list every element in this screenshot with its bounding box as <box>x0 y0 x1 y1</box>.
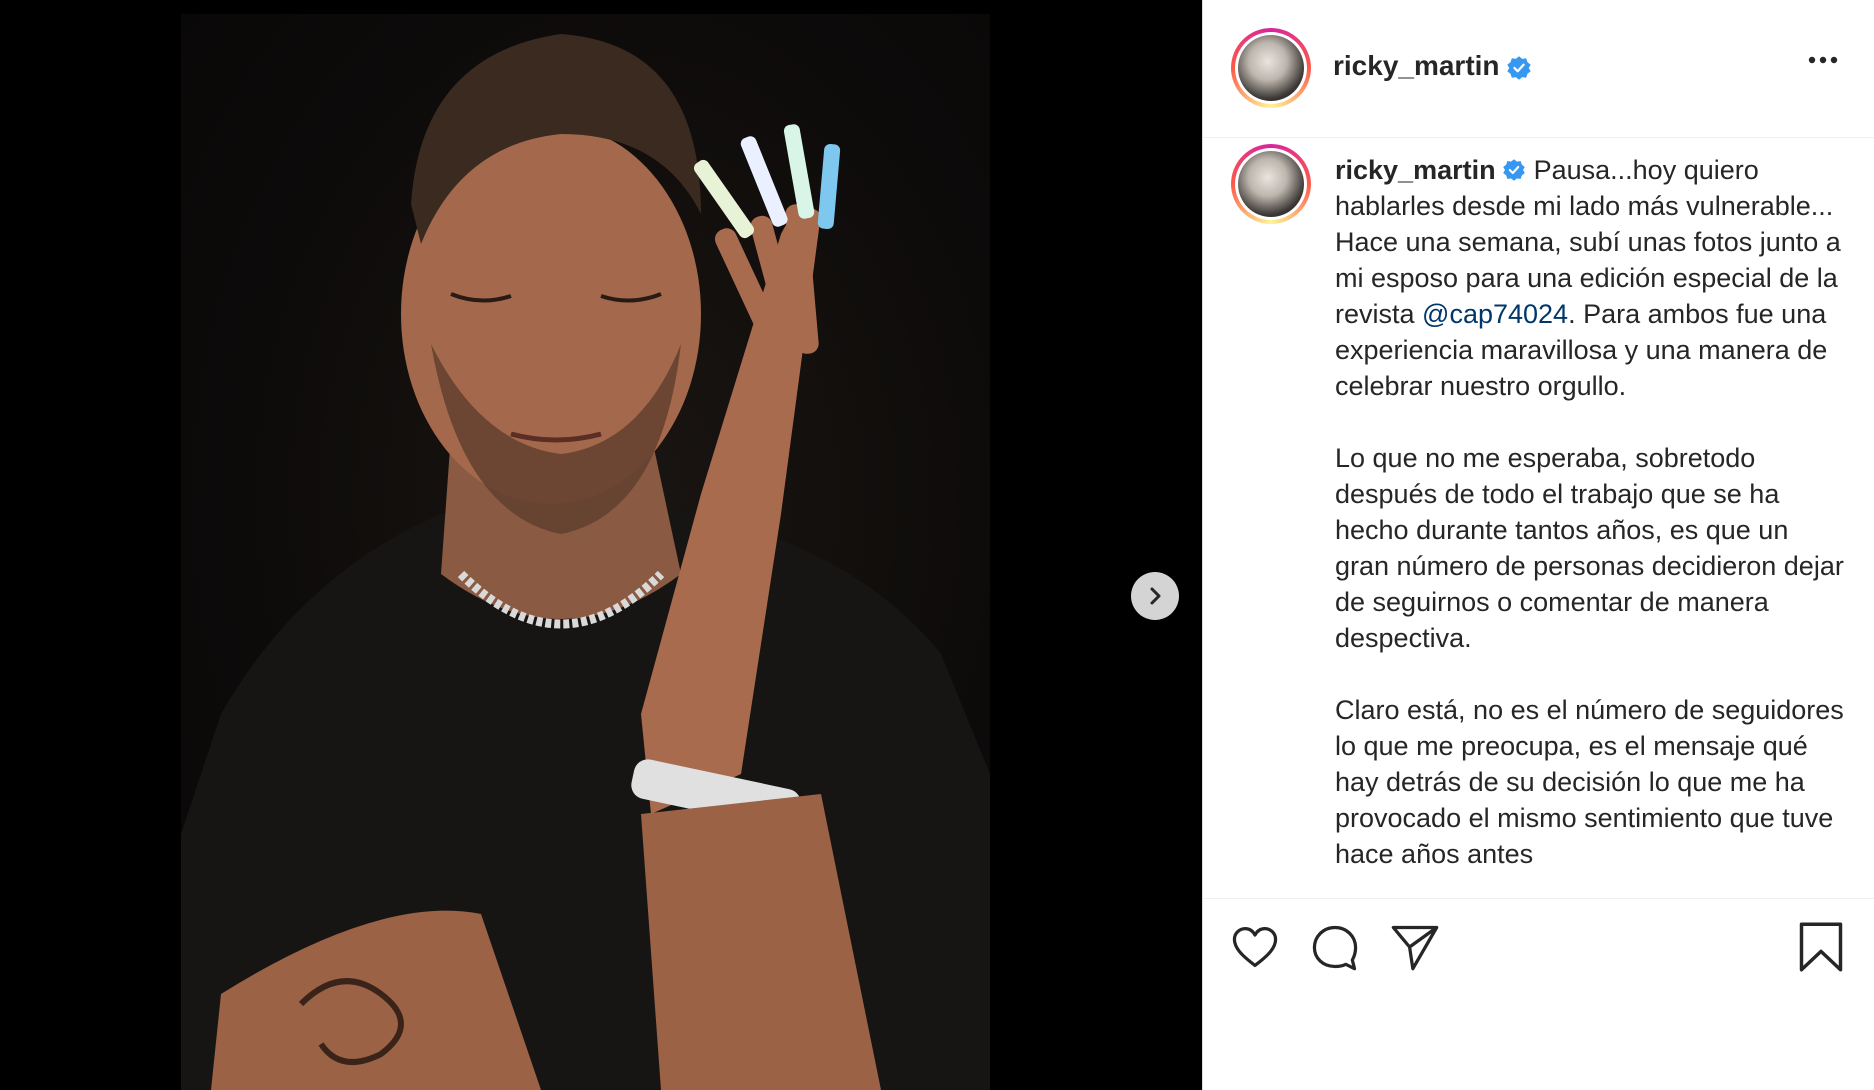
chevron-right-icon <box>1150 587 1161 605</box>
caption-username[interactable]: ricky_martin <box>1335 155 1496 185</box>
caption-text: ricky_martin Pausa...hoy quiero hablarles… <box>1335 152 1845 872</box>
verified-badge-icon <box>1506 55 1531 80</box>
caption-avatar-image <box>1238 151 1304 217</box>
caption-para3: Claro está, no es el número de seguidore… <box>1335 695 1852 869</box>
header-username[interactable]: ricky_martin <box>1333 50 1532 82</box>
portrait-illustration <box>181 34 990 1090</box>
bookmark-icon <box>1799 922 1843 972</box>
caption-avatar[interactable] <box>1231 144 1311 224</box>
comment-button[interactable] <box>1309 921 1361 978</box>
caption-mention-link[interactable]: @cap74024 <box>1422 299 1568 329</box>
more-horizontal-icon <box>1808 56 1838 64</box>
post-actions-bar <box>1203 898 1874 1090</box>
post-media <box>0 0 1202 1090</box>
paper-plane-icon <box>1391 925 1439 971</box>
caption-verified-badge-icon <box>1502 159 1525 181</box>
post-header: ricky_martin <box>1203 0 1874 138</box>
share-button[interactable] <box>1389 921 1441 978</box>
save-button[interactable] <box>1795 921 1847 978</box>
avatar-image <box>1238 35 1304 101</box>
caption-para2: Lo que no me esperaba, sobretodo después… <box>1335 443 1852 653</box>
next-photo-button[interactable] <box>1131 572 1179 620</box>
comment-bubble-icon <box>1312 925 1358 971</box>
header-username-text: ricky_martin <box>1333 50 1500 81</box>
heart-icon <box>1232 926 1278 968</box>
post-photo[interactable] <box>181 14 990 1090</box>
more-options-button[interactable] <box>1808 52 1838 70</box>
post-side-panel: ricky_martin ricky_martin Pausa...hoy qui… <box>1202 0 1874 1090</box>
caption-area: ricky_martin Pausa...hoy quiero hablarles… <box>1203 138 1874 898</box>
avatar[interactable] <box>1231 28 1311 108</box>
like-button[interactable] <box>1229 921 1281 978</box>
